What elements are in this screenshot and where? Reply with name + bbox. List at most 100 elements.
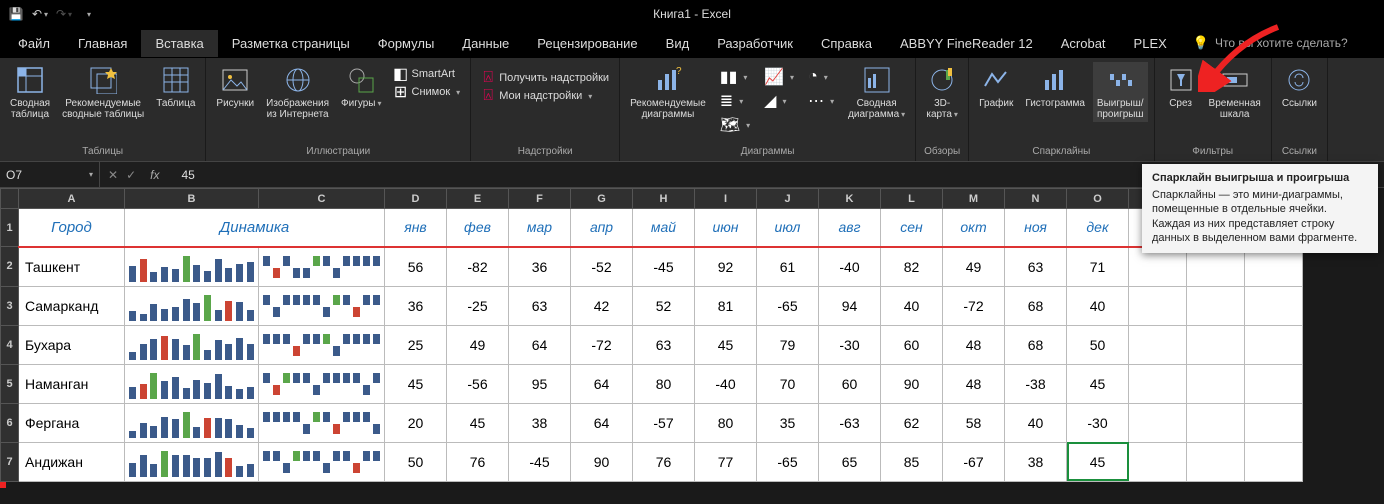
data-cell[interactable]: 52 [633, 286, 695, 325]
header-month[interactable]: сен [881, 209, 943, 247]
data-cell[interactable]: 80 [633, 364, 695, 403]
row-header-6[interactable]: 6 [1, 403, 19, 442]
slicer-button[interactable]: Срез [1161, 62, 1201, 111]
data-cell[interactable]: 68 [1005, 325, 1067, 364]
data-cell[interactable]: 90 [571, 442, 633, 481]
sparkline-winloss-cell[interactable] [259, 286, 385, 325]
data-cell[interactable]: 60 [819, 364, 881, 403]
data-cell[interactable]: 36 [385, 286, 447, 325]
data-cell[interactable]: 49 [447, 325, 509, 364]
data-cell[interactable]: 45 [1067, 364, 1129, 403]
table-button[interactable]: Таблица [152, 62, 199, 111]
data-cell[interactable]: -72 [943, 286, 1005, 325]
data-cell[interactable]: 40 [1067, 286, 1129, 325]
data-cell[interactable]: 38 [1005, 442, 1067, 481]
sparkline-column-cell[interactable] [125, 247, 259, 287]
save-icon[interactable]: 💾 [8, 6, 24, 22]
tab-рецензирование[interactable]: Рецензирование [523, 30, 651, 57]
row-header-1[interactable]: 1 [1, 209, 19, 247]
my-addins-button[interactable]: ⍓Мои надстройки▾ [477, 88, 596, 104]
sparkline-column-cell[interactable] [125, 403, 259, 442]
redo-icon[interactable]: ↷▾ [56, 6, 72, 22]
map-chart-icon[interactable]: 🗺▾ [716, 114, 754, 136]
sparkline-line-button[interactable]: График [975, 62, 1017, 111]
sparkline-winloss-cell[interactable] [259, 364, 385, 403]
data-cell[interactable]: 79 [757, 325, 819, 364]
data-cell[interactable]: 65 [819, 442, 881, 481]
data-cell[interactable]: 36 [509, 247, 571, 287]
sparkline-column-cell[interactable] [125, 325, 259, 364]
tab-plex[interactable]: PLEX [1120, 30, 1181, 57]
timeline-button[interactable]: Временная шкала [1205, 62, 1265, 122]
cell-city[interactable]: Ташкент [19, 247, 125, 287]
pivotchart-button[interactable]: Сводная диаграмма▾ [844, 62, 909, 122]
data-cell[interactable]: -72 [571, 325, 633, 364]
data-cell[interactable]: 61 [757, 247, 819, 287]
data-cell[interactable]: -65 [757, 442, 819, 481]
col-header-I[interactable]: I [695, 189, 757, 209]
data-cell[interactable]: -82 [447, 247, 509, 287]
3dmap-button[interactable]: 3D- карта▾ [922, 62, 962, 122]
data-cell[interactable]: 56 [385, 247, 447, 287]
sparkline-winloss-cell[interactable] [259, 247, 385, 287]
col-header-B[interactable]: B [125, 189, 259, 209]
tab-вставка[interactable]: Вставка [141, 30, 217, 57]
tab-acrobat[interactable]: Acrobat [1047, 30, 1120, 57]
data-cell[interactable]: 64 [571, 364, 633, 403]
data-cell[interactable]: 50 [385, 442, 447, 481]
cell-city[interactable]: Наманган [19, 364, 125, 403]
cell-city[interactable]: Самарканд [19, 286, 125, 325]
row-header-5[interactable]: 5 [1, 364, 19, 403]
row-header-3[interactable]: 3 [1, 286, 19, 325]
header-city[interactable]: Город [19, 209, 125, 247]
bar-chart-icon[interactable]: ≣▾ [716, 90, 754, 112]
fx-icon[interactable]: fx [144, 168, 165, 182]
data-cell[interactable]: 85 [881, 442, 943, 481]
data-cell[interactable]: 63 [1005, 247, 1067, 287]
data-cell[interactable]: 49 [943, 247, 1005, 287]
select-all-corner[interactable] [1, 189, 19, 209]
data-cell[interactable]: -52 [571, 247, 633, 287]
header-month[interactable]: фев [447, 209, 509, 247]
data-cell[interactable]: -30 [819, 325, 881, 364]
data-cell[interactable]: 40 [881, 286, 943, 325]
col-header-O[interactable]: O [1067, 189, 1129, 209]
smartart-button[interactable]: ◧SmartArt [390, 66, 459, 82]
col-header-E[interactable]: E [447, 189, 509, 209]
col-header-L[interactable]: L [881, 189, 943, 209]
tab-abbyy finereader 12[interactable]: ABBYY FineReader 12 [886, 30, 1047, 57]
data-cell[interactable]: 68 [1005, 286, 1067, 325]
col-header-M[interactable]: M [943, 189, 1005, 209]
sparkline-column-cell[interactable] [125, 442, 259, 481]
data-cell[interactable]: 42 [571, 286, 633, 325]
data-cell[interactable]: 25 [385, 325, 447, 364]
data-cell[interactable]: 50 [1067, 325, 1129, 364]
data-cell[interactable]: 64 [571, 403, 633, 442]
tab-файл[interactable]: Файл [4, 30, 64, 57]
data-cell[interactable]: -63 [819, 403, 881, 442]
customize-qat-icon[interactable]: ▾ [80, 6, 96, 22]
area-chart-icon[interactable]: ◢▾ [760, 90, 798, 112]
data-cell[interactable]: 45 [695, 325, 757, 364]
header-dynamics[interactable]: Динамика [125, 209, 385, 247]
shapes-button[interactable]: Фигуры▾ [337, 62, 386, 111]
data-cell[interactable]: 77 [695, 442, 757, 481]
tab-справка[interactable]: Справка [807, 30, 886, 57]
data-cell[interactable]: 45 [1067, 442, 1129, 481]
name-box[interactable]: O7▾ [0, 162, 100, 187]
recommended-charts-button[interactable]: ? Рекомендуемые диаграммы [626, 62, 710, 122]
data-cell[interactable]: 76 [633, 442, 695, 481]
row-header-7[interactable]: 7 [1, 442, 19, 481]
header-month[interactable]: окт [943, 209, 1005, 247]
data-cell[interactable]: 64 [509, 325, 571, 364]
tab-разработчик[interactable]: Разработчик [703, 30, 807, 57]
enter-icon[interactable]: ✓ [126, 168, 136, 182]
col-header-N[interactable]: N [1005, 189, 1067, 209]
sparkline-winloss-cell[interactable] [259, 442, 385, 481]
data-cell[interactable]: 92 [695, 247, 757, 287]
data-cell[interactable]: 60 [881, 325, 943, 364]
header-month[interactable]: июн [695, 209, 757, 247]
pivottable-button[interactable]: Сводная таблица [6, 62, 54, 122]
data-cell[interactable]: -40 [819, 247, 881, 287]
col-header-H[interactable]: H [633, 189, 695, 209]
